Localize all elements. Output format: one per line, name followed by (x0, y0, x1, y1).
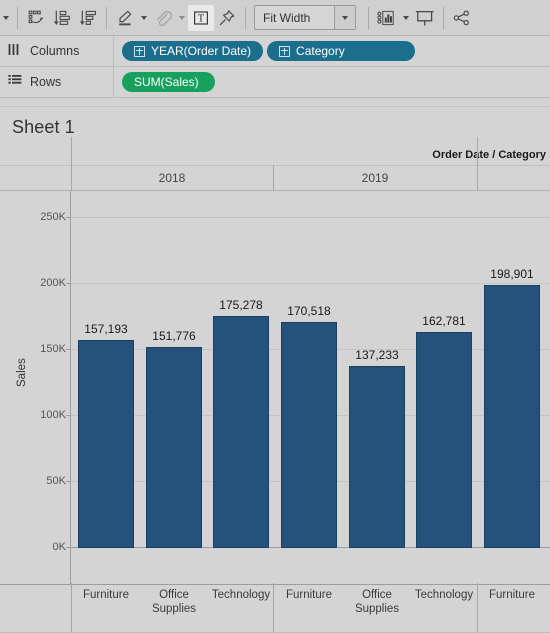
highlighter-icon[interactable] (112, 5, 138, 31)
chevron-down-icon (403, 15, 409, 20)
y-tick (66, 481, 71, 482)
y-tick (66, 217, 71, 218)
pill-label: SUM(Sales) (134, 75, 199, 89)
bar-value-label: 137,233 (355, 348, 399, 362)
y-tick-label-200k: 200K (40, 277, 66, 289)
bar-2019-technology[interactable] (416, 332, 472, 548)
swap-rows-columns-icon[interactable] (23, 5, 49, 31)
y-tick-label-0k: 0K (52, 541, 66, 553)
y-tick-label-150k: 150K (40, 343, 66, 355)
fix-axes-pin-icon[interactable] (214, 5, 240, 31)
toolbar-separator (245, 6, 246, 29)
chevron-down-icon (141, 15, 147, 20)
fit-selector[interactable]: Fit Width (254, 5, 356, 30)
bar-2020-furniture[interactable] (484, 285, 540, 548)
bar-value-label: 175,278 (219, 298, 263, 312)
bar-value-label: 198,901 (490, 267, 534, 281)
column-header-2019[interactable]: 2019 (273, 165, 477, 191)
chevron-down-icon (342, 15, 348, 20)
y-tick-label-250k: 250K (40, 211, 66, 223)
bar-2019-furniture[interactable] (281, 322, 337, 548)
y-tick (66, 415, 71, 416)
bar-2019-office-supplies[interactable] (349, 366, 405, 548)
fit-selector-arrow[interactable] (334, 6, 355, 29)
columns-shelf-text: Columns (30, 44, 80, 58)
rows-shelf-dropzone[interactable]: SUM(Sales) (114, 67, 550, 97)
y-tick-label-100k: 100K (40, 409, 66, 421)
sort-descending-icon[interactable] (75, 5, 101, 31)
fit-selector-value: Fit Width (263, 10, 311, 25)
chevron-down-icon (179, 15, 185, 20)
x-panel-divider (273, 584, 274, 632)
columns-shelf-dropzone[interactable]: YEAR(Order Date) Category (114, 36, 550, 66)
toolbar-separator (106, 6, 107, 29)
highlighter-dropdown-caret-icon[interactable] (138, 5, 150, 31)
shelf-spacer (0, 98, 550, 107)
x-axis-rule (0, 584, 550, 585)
show-mark-labels-icon[interactable]: T (188, 4, 214, 31)
chevron-down-icon (3, 15, 9, 20)
svg-text:T: T (198, 13, 205, 24)
rows-shelf-text: Rows (30, 75, 62, 89)
page-title: Sheet 1 (12, 117, 75, 137)
tableau-worksheet-window: T Fit Width Columns YEAR(Order Date) Cat… (0, 0, 550, 633)
plot-area[interactable]: 157,193 151,776 175,278 170,518 137,233 … (66, 191, 550, 583)
x-panel-divider (71, 584, 72, 632)
x-axis-labels: Furniture Office Supplies Technology Furn… (0, 584, 550, 633)
pill-year-order-date[interactable]: YEAR(Order Date) (122, 41, 264, 61)
bar-2018-technology[interactable] (213, 316, 269, 548)
bar-value-label: 151,776 (152, 329, 196, 343)
column-header-2018[interactable]: 2018 (71, 165, 273, 191)
columns-shelf[interactable]: Columns YEAR(Order Date) Category (0, 36, 550, 67)
rows-shelf-label: Rows (0, 67, 114, 97)
columns-shelf-icon (8, 43, 22, 59)
bar-2018-office-supplies[interactable] (146, 347, 202, 548)
y-tick (66, 547, 71, 548)
share-icon[interactable] (449, 5, 475, 31)
x-panel-divider (477, 584, 478, 632)
toolbar-separator (443, 6, 444, 29)
x-label-2018-furniture[interactable]: Furniture (83, 588, 129, 602)
gridline-200k (71, 283, 550, 284)
y-tick (66, 349, 71, 350)
y-tick-label-50k: 50K (46, 475, 66, 487)
bar-value-label: 162,781 (422, 314, 466, 328)
bar-value-label: 157,193 (84, 322, 128, 336)
bar-2018-furniture[interactable] (78, 340, 134, 548)
toolbar-overflow-caret-icon[interactable] (0, 5, 12, 31)
sort-ascending-icon[interactable] (49, 5, 75, 31)
x-label-2018-technology[interactable]: Technology (212, 588, 270, 602)
presentation-mode-icon[interactable] (412, 5, 438, 31)
column-headers-band: 2018 2019 (0, 165, 550, 191)
attach-annotation-icon[interactable] (150, 5, 176, 31)
expand-plus-icon[interactable] (279, 45, 291, 57)
columns-shelf-label: Columns (0, 36, 114, 66)
column-field-caption: Order Date / Category (432, 149, 546, 161)
x-label-2019-furniture[interactable]: Furniture (286, 588, 332, 602)
rows-shelf-icon (8, 74, 22, 90)
pill-label: YEAR(Order Date) (151, 44, 252, 58)
y-axis-title[interactable]: Sales (16, 358, 28, 387)
pill-sum-sales[interactable]: SUM(Sales) (122, 72, 215, 92)
x-label-2019-office-supplies[interactable]: Office Supplies (355, 588, 399, 616)
toolbar-separator (368, 6, 369, 29)
pill-category[interactable]: Category (267, 41, 415, 61)
x-label-2019-technology[interactable]: Technology (415, 588, 473, 602)
rows-shelf[interactable]: Rows SUM(Sales) (0, 67, 550, 98)
toolbar: T Fit Width (0, 0, 550, 36)
toolbar-separator (17, 6, 18, 29)
x-label-2018-office-supplies[interactable]: Office Supplies (152, 588, 196, 616)
attach-dropdown-caret-icon[interactable] (176, 5, 188, 31)
gridline-250k (71, 217, 550, 218)
show-me-dropdown-caret-icon[interactable] (400, 5, 412, 31)
x-label-2020-furniture[interactable]: Furniture (489, 588, 535, 602)
show-me-icon[interactable] (374, 5, 400, 31)
y-tick (66, 283, 71, 284)
pill-label: Category (296, 44, 345, 58)
expand-plus-icon[interactable] (134, 45, 145, 57)
visualization-canvas[interactable]: Sheet 1 Order Date / Category 2018 2019 … (0, 107, 550, 633)
bar-value-label: 170,518 (287, 304, 331, 318)
